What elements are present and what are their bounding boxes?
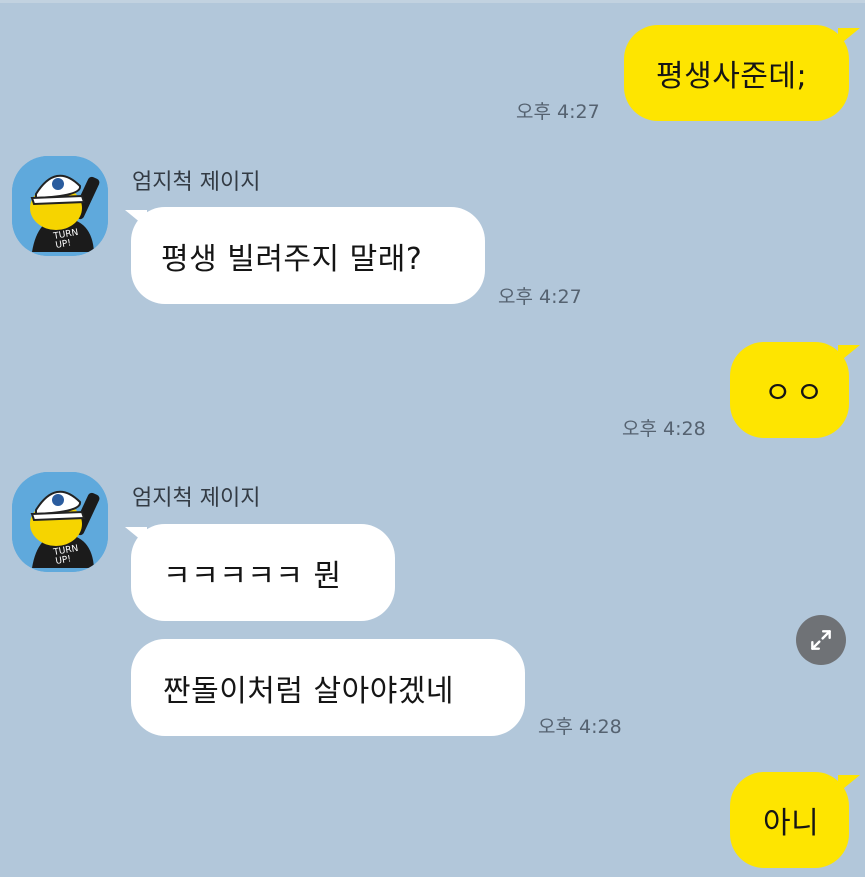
- message-text: 짠돌이처럼 살아야겠네: [163, 673, 455, 709]
- message-time: 오후 4:27: [498, 286, 582, 308]
- sender-name: 엄지척 제이지: [132, 486, 261, 511]
- their-message-bubble[interactable]: 평생 빌려주지 말래?: [131, 207, 485, 304]
- message-text: 아니: [763, 806, 820, 841]
- their-message-bubble[interactable]: ㅋㅋㅋㅋㅋ 뭔: [131, 524, 395, 621]
- message-time: 오후 4:28: [622, 418, 706, 440]
- bubble-tail: [838, 775, 860, 793]
- their-message-bubble[interactable]: 짠돌이처럼 살아야겠네: [131, 639, 525, 736]
- profile-avatar-icon: TURN UP!: [12, 472, 108, 572]
- bubble-tail: [838, 28, 860, 46]
- sender-name: 엄지척 제이지: [132, 170, 261, 195]
- bubble-tail: [125, 527, 147, 545]
- message-time: 오후 4:28: [538, 716, 622, 738]
- message-time: 오후 4:27: [516, 101, 600, 123]
- chat-view: 평생사준데; 오후 4:27 TURN UP! 엄지척 제이지 평생 빌려주지 …: [0, 0, 865, 877]
- message-text: 평생 빌려주지 말래?: [161, 241, 423, 277]
- my-message-bubble[interactable]: 아니: [730, 772, 849, 868]
- my-message-bubble[interactable]: ㅇㅇ: [730, 342, 849, 438]
- bubble-tail: [125, 210, 147, 228]
- top-divider: [0, 0, 865, 3]
- expand-button[interactable]: [796, 615, 846, 665]
- sender-avatar[interactable]: TURN UP!: [12, 472, 108, 572]
- expand-arrows-icon: [811, 630, 831, 650]
- sender-avatar[interactable]: TURN UP!: [12, 156, 108, 256]
- my-message-bubble[interactable]: 평생사준데;: [624, 25, 849, 121]
- message-text: ㅇㅇ: [764, 376, 828, 411]
- message-text: 평생사준데;: [656, 59, 808, 94]
- bubble-tail: [838, 345, 860, 363]
- message-text: ㅋㅋㅋㅋㅋ 뭔: [163, 558, 342, 594]
- profile-avatar-icon: TURN UP!: [12, 156, 108, 256]
